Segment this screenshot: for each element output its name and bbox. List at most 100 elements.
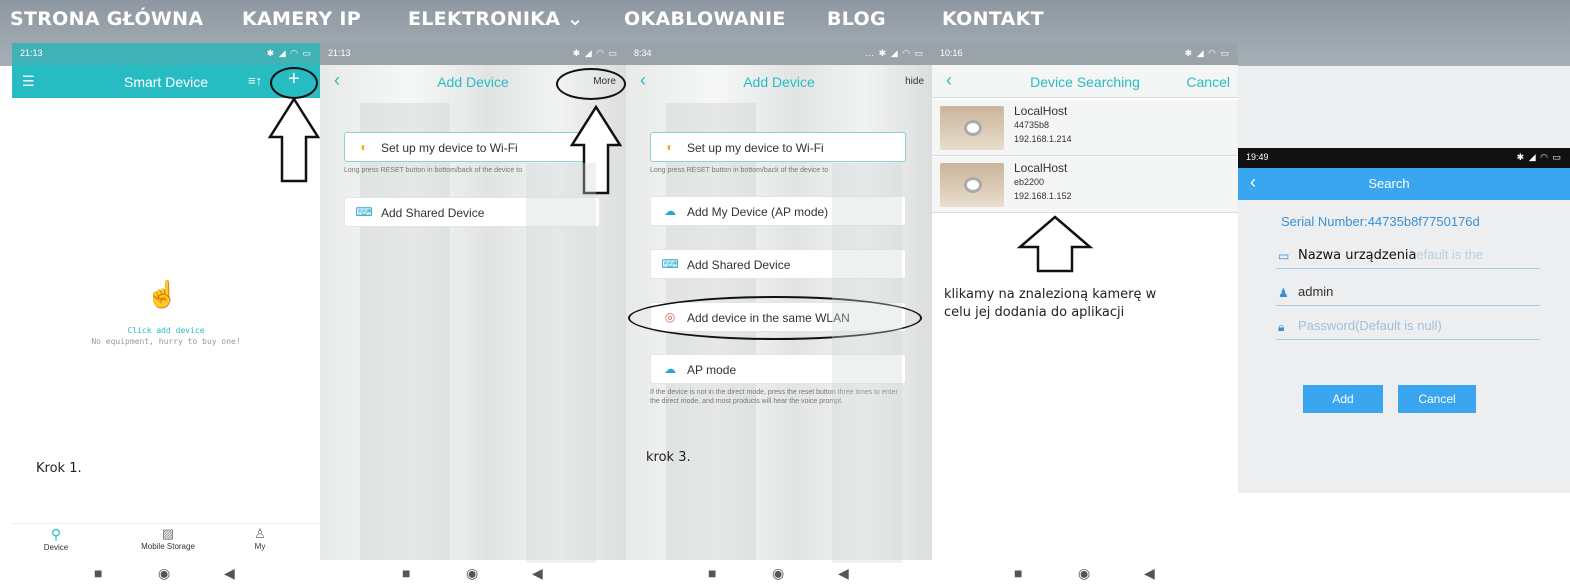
app-header: ‹ Search	[1238, 168, 1570, 200]
hide-button[interactable]: hide	[905, 76, 924, 87]
location-pin-icon: ⚲	[50, 526, 62, 542]
add-button[interactable]: Add	[1303, 385, 1383, 413]
up-arrow-annotation	[569, 104, 623, 195]
nav-home[interactable]: STRONA GŁÓWNA	[10, 8, 203, 30]
add-shared-device-option[interactable]: ⌨ Add Shared Device	[650, 249, 906, 279]
username-field[interactable]: ♟ admin	[1276, 284, 1540, 306]
tab-mobile-storage[interactable]: ▨ Mobile Storage	[132, 526, 204, 551]
empty-state-subtitle: No equipment, hurry to buy one!	[91, 337, 241, 346]
android-nav-bar: ■ ◉ ◀	[626, 560, 932, 586]
tab-label: Device	[43, 543, 69, 552]
home-button[interactable]: ◉	[158, 565, 170, 582]
tab-my[interactable]: ♙ My	[240, 526, 280, 551]
back-button[interactable]: ◀	[1144, 565, 1155, 582]
nav-blog[interactable]: BLOG	[827, 8, 886, 30]
option-label: Set up my device to Wi-Fi	[687, 141, 824, 155]
device-list-item[interactable]: LocalHost eb2200 192.168.1.152	[932, 157, 1238, 213]
device-id: 44735b8	[1014, 120, 1050, 130]
cloud-icon: ☁	[664, 362, 676, 376]
tab-device[interactable]: ⚲ Device	[26, 526, 86, 552]
status-time: 21:13	[328, 48, 351, 58]
nav-contact[interactable]: KONTAKT	[942, 8, 1044, 30]
step-label: krok 3.	[646, 450, 691, 465]
cancel-button[interactable]: Cancel	[1186, 74, 1230, 90]
bottom-tab-bar: ⚲ Device ▨ Mobile Storage ♙ My	[12, 523, 320, 559]
status-icons: ✱ ◢ ◠ ▭	[266, 48, 312, 58]
password-field[interactable]: 🔒︎ Password(Default is null)	[1276, 318, 1540, 340]
nav-ip-cameras[interactable]: KAMERY IP	[242, 8, 361, 30]
wifi-setup-hint: Long press RESET button in bottom/back o…	[344, 167, 523, 174]
empty-state-title[interactable]: Click add device	[12, 326, 320, 335]
annotation-line-1: klikamy na znalezioną kamerę w	[944, 287, 1157, 302]
nav-electronics[interactable]: ELEKTRONIKA ⌄	[408, 8, 583, 30]
highlight-ellipse	[556, 68, 626, 100]
phone-screen-add-device: 21:13 ✱ ◢ ◠ ▭ ‹ Add Device More ◐ Set up…	[320, 43, 626, 586]
status-time: 19:49	[1246, 152, 1269, 162]
home-button[interactable]: ◉	[772, 565, 784, 582]
home-button[interactable]: ◉	[466, 565, 478, 582]
wifi-setup-option[interactable]: ◐ Set up my device to Wi-Fi	[344, 132, 600, 162]
device-ip: 192.168.1.152	[1014, 191, 1072, 201]
nav-cabling[interactable]: OKABLOWANIE	[624, 8, 786, 30]
lock-icon: 🔒︎	[1278, 320, 1285, 334]
tab-label: Mobile Storage	[141, 542, 195, 551]
app-header: ‹ Add Device hide	[626, 65, 932, 98]
monitor-icon: ▭	[1278, 249, 1290, 263]
home-button[interactable]: ◉	[1078, 565, 1090, 582]
status-bar: 19:49 ✱ ◢ ◠ ▭	[1238, 148, 1570, 168]
option-label: AP mode	[687, 363, 737, 377]
ap-mode-device-option[interactable]: ☁ Add My Device (AP mode)	[650, 196, 906, 226]
status-bar: 21:13 ✱ ◢ ◠ ▭	[12, 43, 320, 65]
status-bar: 21:13 ✱ ◢ ◠ ▭	[320, 43, 626, 65]
device-info: LocalHost eb2200 192.168.1.152	[1014, 161, 1072, 203]
app-header: ‹ Device Searching Cancel	[932, 65, 1238, 98]
device-name: LocalHost	[1014, 161, 1068, 175]
recent-apps-button[interactable]: ■	[94, 565, 102, 581]
camera-thumbnail	[940, 106, 1004, 150]
recent-apps-button[interactable]: ■	[708, 565, 716, 581]
device-list-item[interactable]: LocalHost 44735b8 192.168.1.214	[932, 100, 1238, 156]
highlight-ellipse	[628, 296, 922, 340]
back-button[interactable]: ◀	[224, 565, 235, 582]
status-icons: … ✱ ◢ ◠ ▭	[865, 48, 924, 58]
wifi-setup-icon: ◐	[666, 140, 674, 154]
cancel-button[interactable]: Cancel	[1398, 385, 1476, 413]
wifi-setup-option[interactable]: ◐ Set up my device to Wi-Fi	[650, 132, 906, 162]
composite-screenshot: STRONA GŁÓWNA KAMERY IP ELEKTRONIKA ⌄ OK…	[0, 0, 1570, 586]
android-nav-bar: ■ ◉ ◀	[12, 560, 320, 586]
device-name-value: Nazwa urządzenia	[1298, 248, 1417, 263]
add-shared-device-option[interactable]: ⌨ Add Shared Device	[344, 197, 600, 227]
page-title: Add Device	[743, 74, 815, 90]
option-label: Set up my device to Wi-Fi	[381, 141, 518, 155]
status-icons: ✱ ◢ ◠ ▭	[1516, 152, 1562, 162]
sort-icon[interactable]: ≡↑	[248, 73, 262, 88]
recent-apps-button[interactable]: ■	[402, 565, 410, 581]
status-time: 10:16	[940, 48, 963, 58]
picture-icon: ▨	[161, 526, 175, 541]
serial-number: Serial Number:44735b8f7750176d	[1281, 214, 1480, 229]
password-placeholder: Password(Default is null)	[1298, 318, 1442, 333]
username-value: admin	[1298, 284, 1334, 299]
option-label: Add My Device (AP mode)	[687, 205, 829, 219]
keyboard-icon: ⌨	[661, 257, 679, 271]
highlight-ellipse	[270, 67, 318, 99]
wifi-setup-hint: Long press RESET button in bottom/back o…	[650, 167, 829, 174]
page-title: Search	[1368, 176, 1410, 191]
phone-screen-search: 19:49 ✱ ◢ ◠ ▭ ‹ Search Serial Number:447…	[1238, 66, 1570, 493]
wifi-setup-icon: ◐	[360, 140, 368, 154]
up-arrow-annotation	[267, 96, 320, 183]
recent-apps-button[interactable]: ■	[1014, 565, 1022, 581]
option-label: Add Shared Device	[381, 206, 485, 220]
status-bar: 10:16 ✱ ◢ ◠ ▭	[932, 43, 1238, 65]
ap-mode-hint: If the device is not in the direct mode,…	[650, 389, 898, 405]
back-button[interactable]: ◀	[838, 565, 849, 582]
cloud-icon: ☁	[664, 204, 676, 218]
device-id: eb2200	[1014, 177, 1045, 187]
back-button[interactable]: ◀	[532, 565, 543, 582]
ap-mode-option[interactable]: ☁ AP mode	[650, 354, 906, 384]
device-name-field[interactable]: ▭ Nazwa urządzeniaefault is the	[1276, 247, 1540, 269]
android-nav-bar: ■ ◉ ◀	[932, 560, 1238, 586]
android-nav-bar: ■ ◉ ◀	[320, 560, 626, 586]
step-label: Krok 1.	[36, 461, 82, 476]
status-bar: 8:34 … ✱ ◢ ◠ ▭	[626, 43, 932, 65]
